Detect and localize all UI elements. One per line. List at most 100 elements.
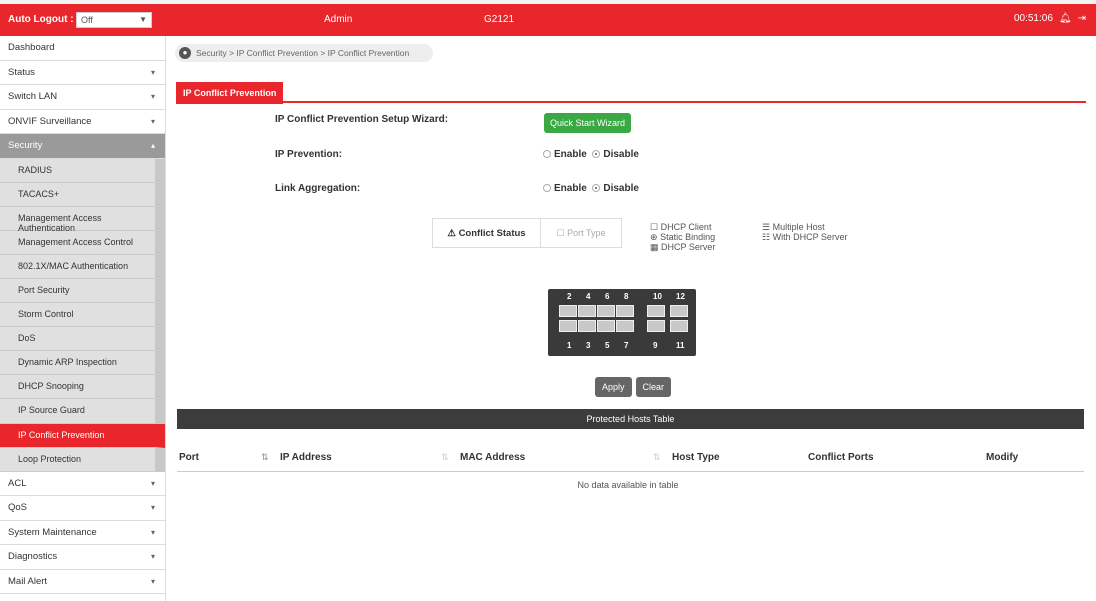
port-9[interactable] bbox=[647, 320, 665, 332]
col-modify[interactable]: Modify bbox=[986, 452, 1018, 463]
sidebar-item-dashboard[interactable]: Dashboard bbox=[0, 36, 165, 61]
sidebar-sub-radius[interactable]: RADIUS bbox=[0, 158, 165, 183]
logout-icon[interactable]: ⇥ bbox=[1078, 13, 1086, 24]
apply-button[interactable]: Apply bbox=[595, 377, 632, 397]
ip-prevention-radio-group: Enable Disable bbox=[543, 149, 639, 160]
sidebar-item-status[interactable]: Status ▾ bbox=[0, 61, 165, 85]
sidebar-sub-ip-source-guard[interactable]: IP Source Guard bbox=[0, 399, 165, 424]
link-aggregation-enable-radio[interactable] bbox=[543, 184, 551, 192]
sidebar: Dashboard Status ▾ Switch LAN ▾ ONVIF Surv… bbox=[0, 36, 166, 601]
clear-button[interactable]: Clear bbox=[635, 377, 672, 397]
port-7[interactable] bbox=[616, 320, 634, 332]
sidebar-sub-storm-control[interactable]: Storm Control bbox=[0, 303, 165, 328]
top-bar: Auto Logout : Off ▼ Admin G2121 00:51:06 … bbox=[0, 0, 1096, 36]
port-label: 4 bbox=[586, 292, 591, 301]
sidebar-item-mail-alert[interactable]: Mail Alert ▾ bbox=[0, 570, 165, 595]
sidebar-sub-tacacs[interactable]: TACACS+ bbox=[0, 182, 165, 207]
col-host-type[interactable]: Host Type bbox=[672, 452, 720, 463]
sidebar-sub-dos[interactable]: DoS bbox=[0, 327, 165, 352]
quick-start-wizard-button[interactable]: Quick Start Wizard bbox=[544, 113, 632, 133]
legend-multiple-host: ☰ Multiple Host bbox=[762, 222, 825, 232]
port-2[interactable] bbox=[559, 305, 577, 317]
port-label: 8 bbox=[624, 292, 629, 301]
port-label: 5 bbox=[605, 341, 610, 350]
legend-static-binding: ⊕ Static Binding bbox=[650, 232, 716, 242]
bell-icon[interactable]: 🔔︎ bbox=[1059, 13, 1072, 24]
col-port[interactable]: Port bbox=[179, 452, 199, 463]
sort-icon[interactable]: ⇅ bbox=[261, 452, 269, 463]
sidebar-sub-mgmt-auth[interactable]: Management Access Authentication bbox=[0, 206, 165, 233]
col-ip-address[interactable]: IP Address bbox=[280, 452, 332, 463]
device-model: G2121 bbox=[484, 14, 515, 25]
legend-dhcp-client: ☐ DHCP Client bbox=[650, 222, 712, 232]
main-content: ● Security > IP Conflict Prevention > IP … bbox=[170, 36, 1096, 601]
sidebar-sub-arp[interactable]: Dynamic ARP Inspection bbox=[0, 351, 165, 376]
col-mac-address[interactable]: MAC Address bbox=[460, 452, 525, 463]
protected-hosts-table-title: Protected Hosts Table bbox=[177, 409, 1084, 429]
port-8[interactable] bbox=[616, 305, 634, 317]
col-conflict-ports[interactable]: Conflict Ports bbox=[808, 452, 874, 463]
sort-icon[interactable]: ⇅ bbox=[441, 452, 449, 463]
port-label: 3 bbox=[586, 341, 591, 350]
sidebar-sub-dhcp-snooping[interactable]: DHCP Snooping bbox=[0, 375, 165, 400]
chevron-down-icon: ▾ bbox=[150, 552, 155, 562]
ip-prevention-label: IP Prevention: bbox=[275, 149, 343, 160]
conflict-status-tab[interactable]: ⚠ Conflict Status bbox=[433, 219, 541, 247]
port-10[interactable] bbox=[647, 305, 665, 317]
port-11[interactable] bbox=[670, 320, 688, 332]
chevron-down-icon: ▾ bbox=[150, 527, 155, 537]
chevron-up-icon: ▴ bbox=[150, 141, 155, 150]
port-1[interactable] bbox=[559, 320, 577, 332]
user-name: Admin bbox=[324, 14, 353, 25]
port-type-tab[interactable]: ☐ Port Type bbox=[541, 219, 621, 247]
link-aggregation-disable-radio[interactable] bbox=[592, 184, 601, 192]
auto-logout-label: Auto Logout : bbox=[8, 14, 74, 25]
port-label: 9 bbox=[653, 341, 658, 350]
port-12[interactable] bbox=[670, 305, 688, 317]
chevron-down-icon: ▼ bbox=[139, 15, 147, 24]
status-selector: ⚠ Conflict Status ☐ Port Type bbox=[432, 218, 622, 248]
multiple-host-icon: ☰ bbox=[762, 222, 771, 232]
sidebar-sub-port-security[interactable]: Port Security bbox=[0, 278, 165, 304]
port-label: 7 bbox=[624, 341, 629, 350]
static-binding-icon: ⊕ bbox=[650, 232, 658, 242]
warning-icon: ⚠ bbox=[447, 228, 456, 239]
legend-with-dhcp-server: ☷ With DHCP Server bbox=[762, 232, 848, 242]
sidebar-item-switch-lan[interactable]: Switch LAN ▾ bbox=[0, 85, 165, 110]
sidebar-sub-8021x[interactable]: 802.1X/MAC Authentication bbox=[0, 254, 165, 279]
with-dhcp-server-icon: ☷ bbox=[762, 232, 771, 242]
port-icon: ☐ bbox=[556, 228, 565, 238]
port-label: 6 bbox=[605, 292, 610, 301]
legend-dhcp-server: ▦ DHCP Server bbox=[650, 242, 716, 252]
port-4[interactable] bbox=[578, 305, 596, 317]
chevron-down-icon: ▾ bbox=[150, 478, 155, 488]
sidebar-item-diagnostics[interactable]: Diagnostics ▾ bbox=[0, 545, 165, 570]
port-5[interactable] bbox=[597, 320, 615, 332]
legend-col-2: ☰ Multiple Host ☷ With DHCP Server bbox=[762, 222, 847, 242]
link-aggregation-label: Link Aggregation: bbox=[275, 183, 361, 194]
tab-underline bbox=[176, 101, 1086, 103]
port-3[interactable] bbox=[578, 320, 596, 332]
sidebar-item-onvif[interactable]: ONVIF Surveillance ▾ bbox=[0, 110, 165, 134]
chevron-down-icon: ▾ bbox=[150, 576, 155, 586]
ip-prevention-enable-radio[interactable] bbox=[543, 150, 551, 158]
port-label: 12 bbox=[676, 292, 685, 301]
wizard-label: IP Conflict Prevention Setup Wizard: bbox=[275, 114, 449, 125]
sidebar-item-system-maintenance[interactable]: System Maintenance ▾ bbox=[0, 521, 165, 546]
table-header-divider bbox=[177, 471, 1084, 472]
empty-table-message: No data available in table bbox=[577, 480, 679, 490]
link-aggregation-radio-group: Enable Disable bbox=[543, 183, 639, 194]
ip-prevention-disable-radio[interactable] bbox=[592, 150, 601, 158]
sidebar-sub-loop-protection[interactable]: Loop Protection bbox=[0, 447, 165, 472]
sort-icon[interactable]: ⇅ bbox=[653, 452, 661, 463]
sidebar-item-security[interactable]: Security ▴ bbox=[0, 134, 165, 159]
sidebar-sub-ip-conflict[interactable]: IP Conflict Prevention bbox=[0, 423, 165, 448]
clock: 00:51:06 bbox=[1013, 13, 1053, 24]
sidebar-item-qos[interactable]: QoS ▾ bbox=[0, 496, 165, 521]
port-6[interactable] bbox=[597, 305, 615, 317]
sidebar-sub-mgmt-control[interactable]: Management Access Control bbox=[0, 230, 165, 255]
auto-logout-select[interactable]: Off ▼ bbox=[76, 12, 152, 28]
port-label: 11 bbox=[676, 341, 685, 350]
breadcrumb: ● Security > IP Conflict Prevention > IP … bbox=[175, 44, 433, 62]
sidebar-item-acl[interactable]: ACL ▾ bbox=[0, 472, 165, 497]
